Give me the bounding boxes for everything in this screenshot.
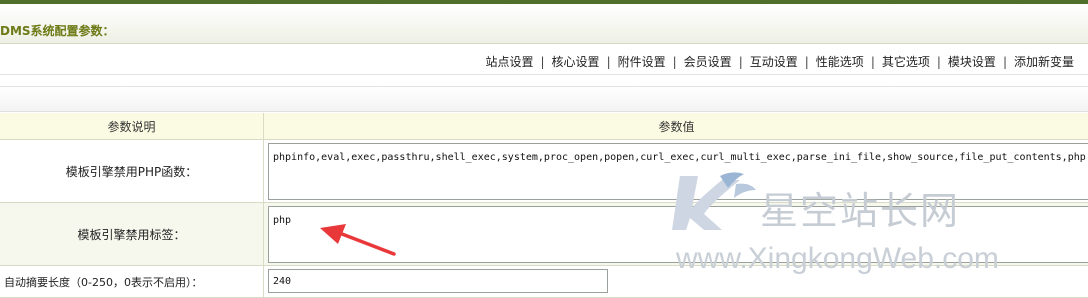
nav-other-options[interactable]: 其它选项 xyxy=(882,53,930,70)
nav-attachment-settings[interactable]: 附件设置 xyxy=(618,53,666,70)
nav-module-settings[interactable]: 模块设置 xyxy=(948,53,996,70)
nav-separator: | xyxy=(540,54,545,69)
row-label: 自动摘要长度（0-250，0表示不启用）： xyxy=(0,266,264,297)
nav-separator: | xyxy=(936,54,941,69)
nav-site-settings[interactable]: 站点设置 xyxy=(485,53,533,70)
header-param-description: 参数说明 xyxy=(0,113,264,139)
nav-core-settings[interactable]: 核心设置 xyxy=(552,53,600,70)
settings-nav-menu: 站点设置 | 核心设置 | 附件设置 | 会员设置 | 互动设置 | 性能选项 … xyxy=(485,53,1074,70)
disabled-php-functions-field[interactable]: phpinfo,eval,exec,passthru,shell_exec,sy… xyxy=(268,143,1088,200)
table-row: 模板引擎禁用标签： php xyxy=(0,203,1088,266)
table-header-row: 参数说明 参数值 xyxy=(0,113,1088,140)
nav-separator: | xyxy=(1002,54,1007,69)
nav-separator: | xyxy=(804,54,809,69)
nav-interaction-settings[interactable]: 互动设置 xyxy=(750,53,798,70)
settings-nav-bar: 站点设置 | 核心设置 | 附件设置 | 会员设置 | 互动设置 | 性能选项 … xyxy=(0,45,1088,75)
nav-separator: | xyxy=(672,54,677,69)
nav-separator: | xyxy=(606,54,611,69)
section-bar xyxy=(0,86,1088,112)
header-param-value: 参数值 xyxy=(658,119,695,134)
row-label: 模板引擎禁用PHP函数： xyxy=(0,140,264,202)
summary-length-input[interactable] xyxy=(268,269,608,293)
nav-member-settings[interactable]: 会员设置 xyxy=(684,53,732,70)
row-value-cell: phpinfo,eval,exec,passthru,shell_exec,sy… xyxy=(265,140,1088,202)
red-arrow-icon xyxy=(320,224,396,256)
nav-separator: | xyxy=(870,54,875,69)
title-bar: DMS系统配置参数： xyxy=(0,4,1088,44)
row-value-cell xyxy=(265,266,1088,297)
page-title: DMS系统配置参数： xyxy=(0,24,115,38)
nav-performance-options[interactable]: 性能选项 xyxy=(816,53,864,70)
table-row: 自动摘要长度（0-250，0表示不启用）： xyxy=(0,266,1088,298)
row-label: 模板引擎禁用标签： xyxy=(0,203,264,265)
table-row: 模板引擎禁用PHP函数： phpinfo,eval,exec,passthru,… xyxy=(0,140,1088,203)
nav-separator: | xyxy=(738,54,743,69)
nav-add-variable[interactable]: 添加新变量 xyxy=(1014,53,1074,70)
